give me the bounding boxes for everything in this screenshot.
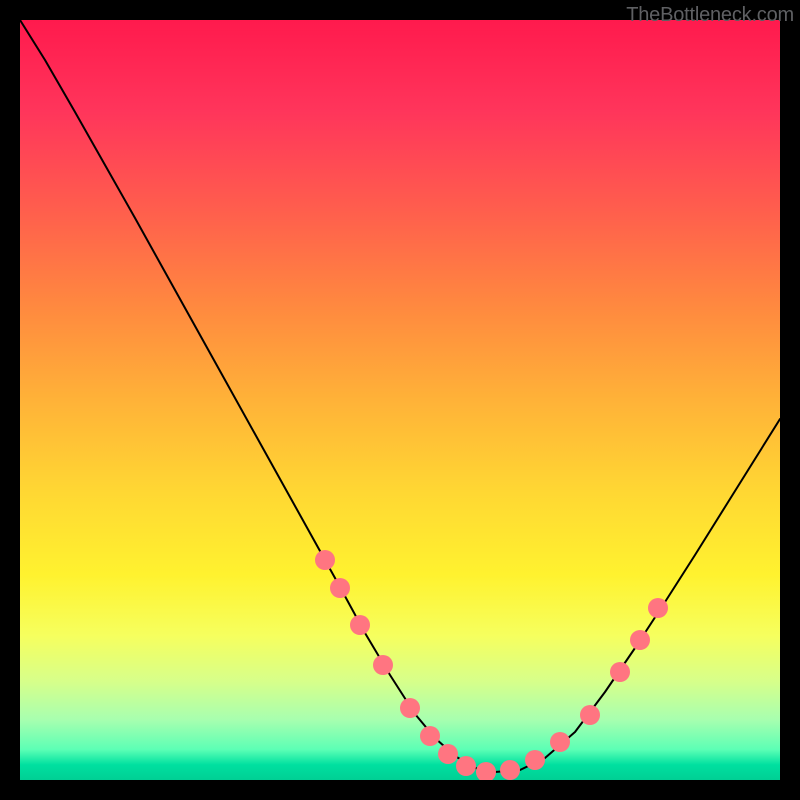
sample-points-group bbox=[315, 550, 668, 780]
sample-point bbox=[630, 630, 650, 650]
sample-point bbox=[525, 750, 545, 770]
sample-point bbox=[438, 744, 458, 764]
sample-point bbox=[330, 578, 350, 598]
chart-svg-layer bbox=[20, 20, 780, 780]
sample-point bbox=[456, 756, 476, 776]
chart-outer-frame: TheBottleneck.com bbox=[0, 0, 800, 800]
bottleneck-curve bbox=[20, 20, 780, 772]
sample-point bbox=[610, 662, 630, 682]
source-credit: TheBottleneck.com bbox=[626, 4, 794, 27]
sample-point bbox=[648, 598, 668, 618]
sample-point bbox=[420, 726, 440, 746]
sample-point bbox=[550, 732, 570, 752]
sample-point bbox=[315, 550, 335, 570]
sample-point bbox=[350, 615, 370, 635]
sample-point bbox=[580, 705, 600, 725]
sample-point bbox=[500, 760, 520, 780]
chart-plot-area bbox=[20, 20, 780, 780]
sample-point bbox=[476, 762, 496, 780]
sample-point bbox=[373, 655, 393, 675]
sample-point bbox=[400, 698, 420, 718]
